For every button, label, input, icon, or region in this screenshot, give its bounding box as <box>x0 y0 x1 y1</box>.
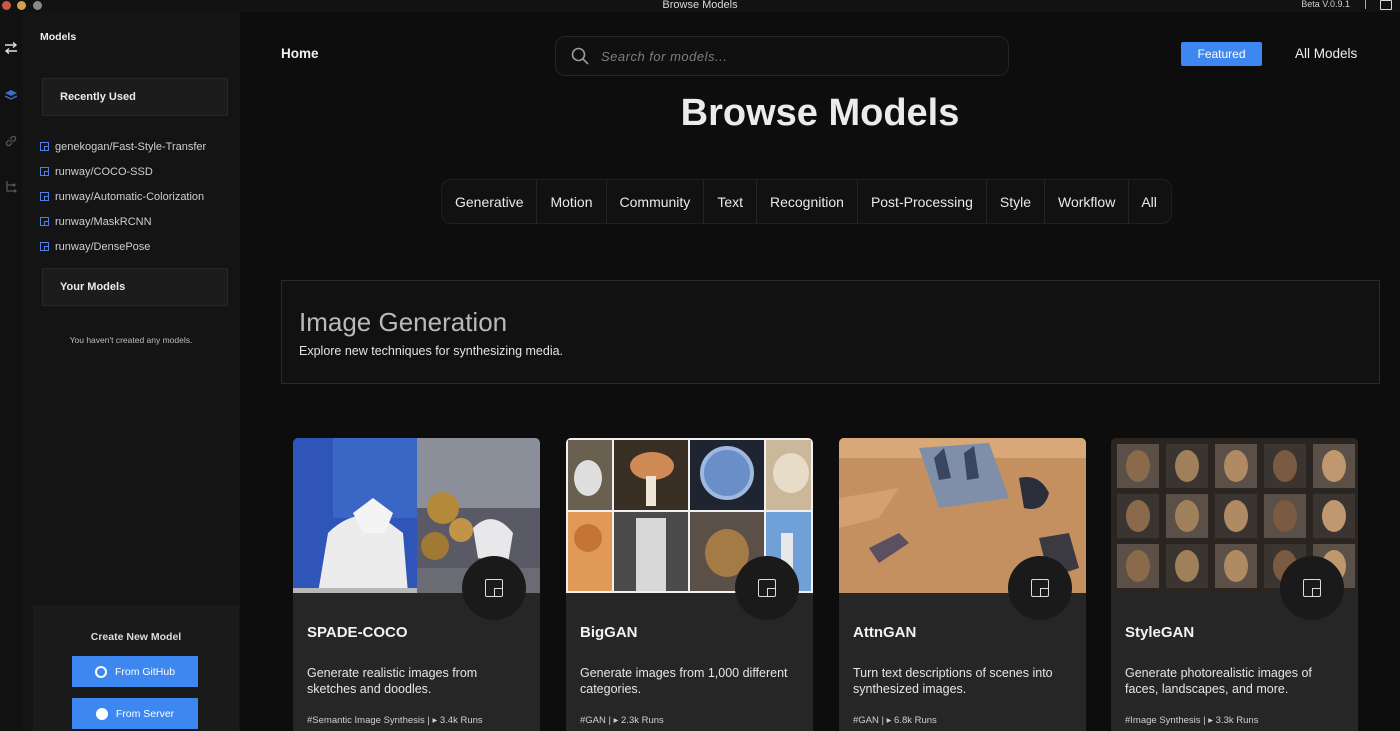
tab-generative[interactable]: Generative <box>442 180 538 223</box>
category-tabs: Generative Motion Community Text Recogni… <box>441 179 1172 224</box>
recent-models-list: genekogan/Fast-Style-Transfer runway/COC… <box>40 134 206 259</box>
all-models-link[interactable]: All Models <box>1295 46 1357 61</box>
recent-model-item[interactable]: genekogan/Fast-Style-Transfer <box>40 134 206 159</box>
model-name: StyleGAN <box>1125 624 1195 641</box>
recent-model-label: runway/Automatic-Colorization <box>55 190 205 203</box>
model-name: BigGAN <box>580 624 638 641</box>
from-server-label: From Server <box>115 707 175 720</box>
tab-workflow[interactable]: Workflow <box>1045 180 1130 223</box>
model-meta: #Image Synthesis | ▸ 3.3k Runs <box>1125 715 1259 726</box>
recent-model-item[interactable]: runway/MaskRCNN <box>40 209 206 234</box>
model-name: SPADE-COCO <box>307 624 408 641</box>
divider <box>1365 0 1366 9</box>
recent-model-item[interactable]: runway/COCO-SSD <box>40 159 206 184</box>
model-type-badge <box>735 556 799 620</box>
section-subtitle: Explore new techniques for synthesizing … <box>299 344 564 358</box>
icon-rail <box>0 12 22 731</box>
section-banner: Image Generation Explore new techniques … <box>281 280 1380 384</box>
section-title: Image Generation <box>299 307 508 337</box>
create-model-panel: Create New Model From GitHub From Server <box>33 605 239 731</box>
recent-model-label: runway/COCO-SSD <box>55 165 153 178</box>
model-card[interactable]: BigGAN Generate images from 1,000 differ… <box>566 438 813 731</box>
recent-model-item[interactable]: runway/Automatic-Colorization <box>40 184 206 209</box>
page-title: Browse Models <box>680 92 960 134</box>
model-icon <box>40 167 49 176</box>
model-description: Generate realistic images from sketches … <box>307 666 478 696</box>
model-type-badge <box>1008 556 1072 620</box>
model-description: Turn text descriptions of scenes into sy… <box>853 666 1053 696</box>
recent-model-label: runway/MaskRCNN <box>55 215 152 228</box>
model-type-badge <box>462 556 526 620</box>
switch-arrows-icon[interactable] <box>3 40 19 56</box>
recent-model-item[interactable]: runway/DensePose <box>40 234 206 259</box>
tab-text[interactable]: Text <box>704 180 757 223</box>
create-model-title: Create New Model <box>90 631 182 643</box>
search-icon <box>571 47 589 65</box>
chat-icon[interactable] <box>1380 0 1392 10</box>
model-type-badge <box>1280 556 1344 620</box>
model-description: Generate images from 1,000 different cat… <box>580 666 788 696</box>
workflow-icon[interactable] <box>3 178 19 194</box>
recent-model-label: runway/DensePose <box>55 240 151 253</box>
github-icon <box>94 665 107 678</box>
model-card[interactable]: AttnGAN Turn text descriptions of scenes… <box>839 438 1086 731</box>
recent-model-label: genekogan/Fast-Style-Transfer <box>55 140 207 153</box>
model-card[interactable]: SPADE-COCO Generate realistic images fro… <box>293 438 540 731</box>
title-bar: Browse Models Beta V.0.9.1 <box>0 0 1400 12</box>
from-github-label: From GitHub <box>114 665 176 678</box>
model-icon <box>40 242 49 251</box>
search-bar[interactable] <box>555 36 1009 76</box>
tab-recognition[interactable]: Recognition <box>757 180 858 223</box>
home-link[interactable]: Home <box>281 46 319 61</box>
search-input[interactable] <box>601 48 981 64</box>
models-sidebar: Models Recently Used genekogan/Fast-Styl… <box>22 12 240 731</box>
model-icon <box>40 142 49 151</box>
model-icon <box>758 579 776 597</box>
tab-community[interactable]: Community <box>607 180 705 223</box>
model-icon <box>485 579 503 597</box>
sidebar-title: Models <box>40 31 77 43</box>
recently-used-header[interactable]: Recently Used <box>42 78 228 116</box>
model-card[interactable]: StyleGAN Generate photorealistic images … <box>1111 438 1358 731</box>
version-label: Beta V.0.9.1 <box>1301 0 1350 9</box>
empty-models-message: You haven't created any models. <box>69 335 193 345</box>
tab-style[interactable]: Style <box>987 180 1045 223</box>
main-content: Home Featured All Models Browse Models G… <box>240 12 1400 731</box>
model-icon <box>1031 579 1049 597</box>
layers-icon[interactable] <box>3 87 19 103</box>
from-github-button[interactable]: From GitHub <box>72 656 198 687</box>
model-icon <box>40 217 49 226</box>
model-name: AttnGAN <box>853 624 917 641</box>
tab-post-processing[interactable]: Post-Processing <box>858 180 987 223</box>
server-icon <box>95 707 108 720</box>
model-icon <box>1303 579 1321 597</box>
model-description: Generate photorealistic images of faces,… <box>1125 666 1312 696</box>
your-models-header[interactable]: Your Models <box>42 268 228 306</box>
model-icon <box>40 192 49 201</box>
tab-all[interactable]: All <box>1129 180 1171 223</box>
window-title: Browse Models <box>662 0 738 11</box>
featured-button[interactable]: Featured <box>1181 42 1262 66</box>
model-meta: #GAN | ▸ 2.3k Runs <box>580 715 664 726</box>
model-meta: #GAN | ▸ 6.8k Runs <box>853 715 937 726</box>
model-meta: #Semantic Image Synthesis | ▸ 3.4k Runs <box>307 715 483 726</box>
link-icon[interactable] <box>3 133 19 149</box>
from-server-button[interactable]: From Server <box>72 698 198 729</box>
tab-motion[interactable]: Motion <box>537 180 607 223</box>
